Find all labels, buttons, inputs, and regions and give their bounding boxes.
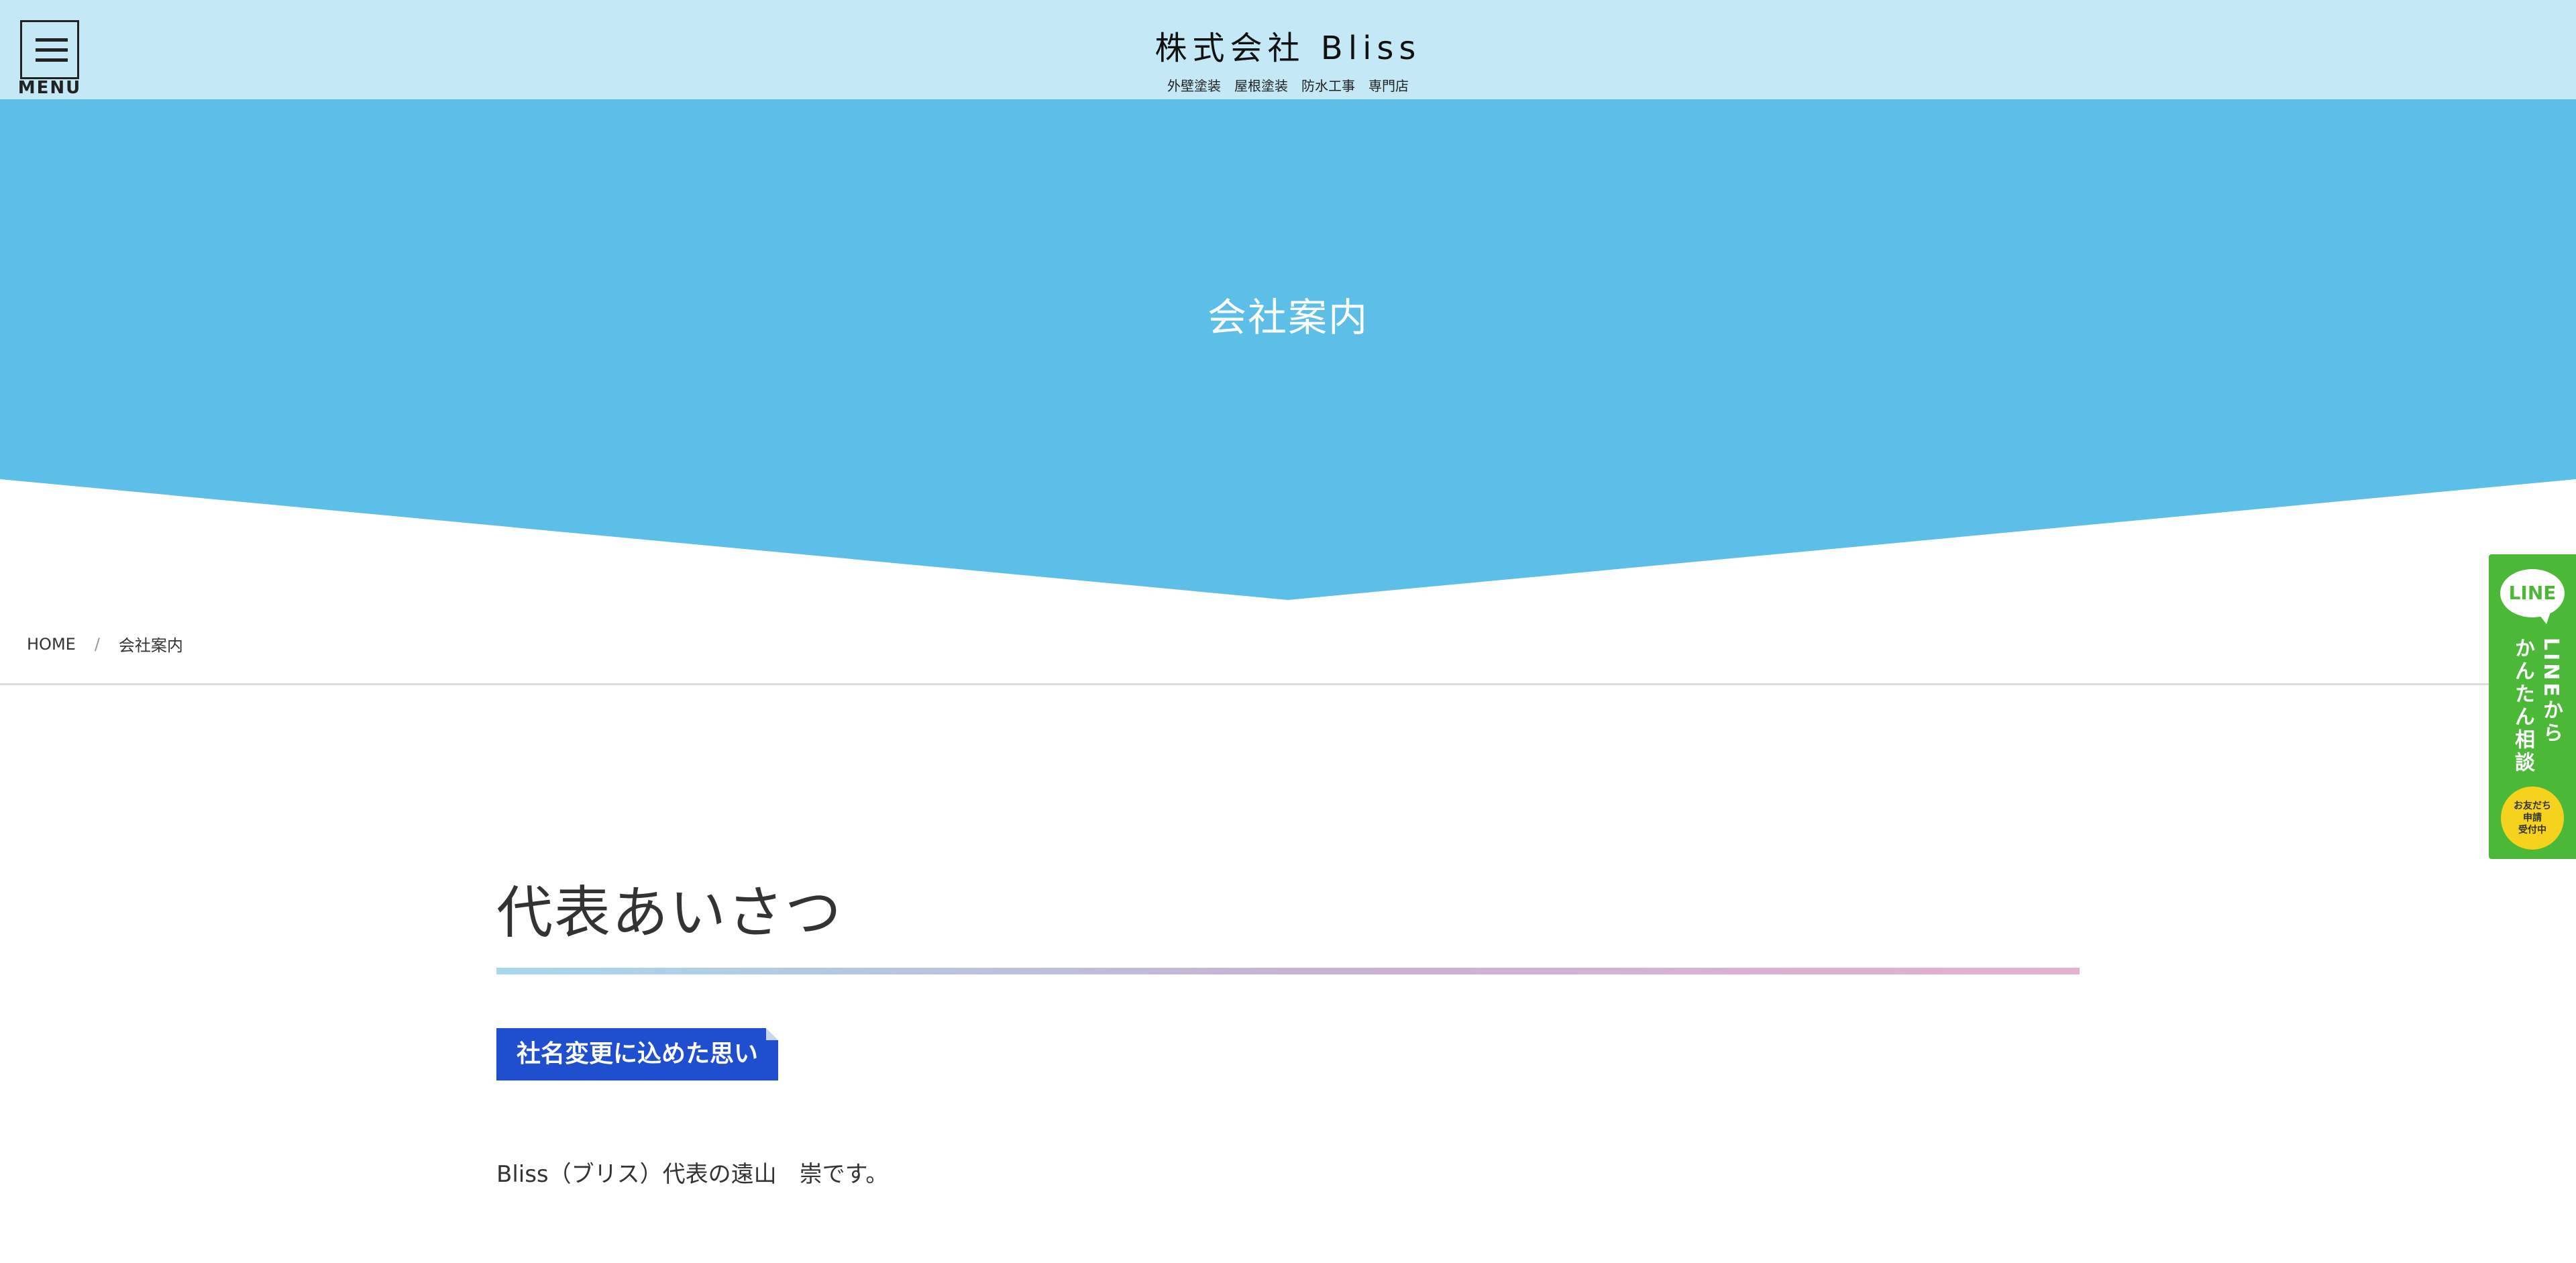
line-logo-icon: LINE [2500, 569, 2565, 617]
badge-line-1: お友だち [2514, 801, 2551, 811]
breadcrumb-divider [0, 683, 2576, 685]
brand-name[interactable]: 株式会社 Bliss [0, 26, 2576, 71]
speech-bubble-tail-icon [2537, 612, 2551, 624]
line-tab-text-1: LINEから [2539, 638, 2563, 745]
hero-banner: 会社案内 [0, 99, 2576, 600]
line-consult-tab[interactable]: LINE LINEから かんたん相談 お友だち 申請 受付中 [2489, 554, 2576, 859]
title-underline [496, 968, 2080, 974]
badge-line-3: 受付中 [2518, 825, 2546, 836]
breadcrumb-current: 会社案内 [118, 636, 183, 655]
site-header: MENU 株式会社 Bliss 外壁塗装 屋根塗装 防水工事 専門店 [0, 0, 2576, 99]
line-tab-text-2: かんたん相談 [2511, 638, 2534, 774]
breadcrumb-home-link[interactable]: HOME [27, 635, 76, 654]
hero-background [0, 99, 2576, 600]
section-title: 代表あいさつ [496, 880, 843, 946]
subsection-label: 社名変更に込めた思い [496, 1028, 779, 1080]
breadcrumb-separator: / [94, 634, 100, 654]
badge-line-2: 申請 [2523, 813, 2542, 823]
page-title: 会社案内 [1207, 295, 1368, 340]
friend-request-badge: お友だち 申請 受付中 [2501, 787, 2564, 850]
corner-fold-icon [766, 1028, 779, 1040]
brand-tagline: 外壁塗装 屋根塗装 防水工事 専門店 [1167, 78, 1409, 94]
subsection-label-text: 社名変更に込めた思い [517, 1040, 759, 1068]
breadcrumb: HOME / 会社案内 [27, 632, 183, 656]
brand[interactable]: 株式会社 Bliss 外壁塗装 屋根塗装 防水工事 専門店 [0, 26, 2576, 95]
intro-text: Bliss（ブリス）代表の遠山 崇です。 [496, 1161, 889, 1188]
